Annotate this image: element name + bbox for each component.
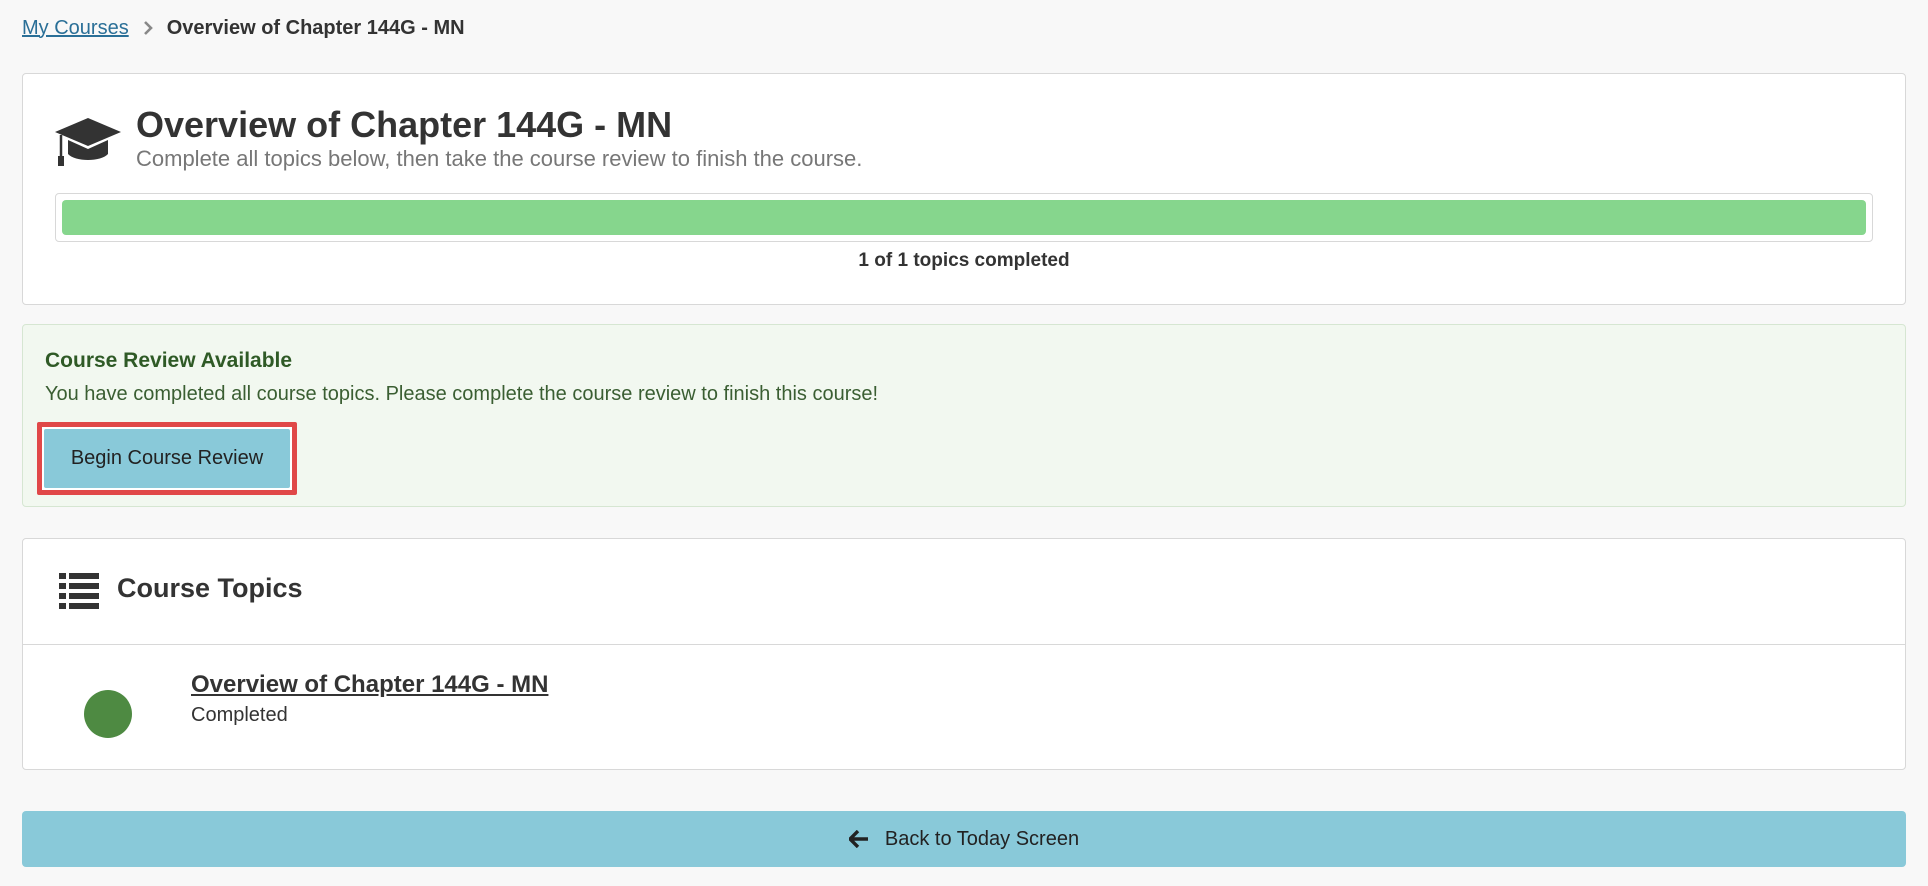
begin-course-review-button[interactable]: Begin Course Review xyxy=(37,422,297,495)
course-overview-card: Overview of Chapter 144G - MN Complete a… xyxy=(22,73,1906,305)
progress-bar xyxy=(55,193,1873,242)
arrow-left-icon xyxy=(848,830,868,848)
breadcrumb: My Courses Overview of Chapter 144G - MN xyxy=(22,14,465,42)
back-to-today-label: Back to Today Screen xyxy=(884,827,1080,850)
course-review-alert: Course Review Available You have complet… xyxy=(22,324,1906,507)
course-topics-title: Course Topics xyxy=(117,573,303,603)
begin-course-review-label: Begin Course Review xyxy=(44,429,290,488)
completed-status-icon xyxy=(84,690,132,738)
back-to-today-button[interactable]: Back to Today Screen xyxy=(22,811,1906,867)
graduation-cap-icon xyxy=(53,116,123,168)
review-title: Course Review Available xyxy=(45,349,293,372)
course-title: Overview of Chapter 144G - MN xyxy=(136,104,673,145)
breadcrumb-current: Overview of Chapter 144G - MN xyxy=(166,16,465,39)
course-subtitle: Complete all topics below, then take the… xyxy=(136,146,863,171)
list-icon xyxy=(59,573,99,609)
chevron-right-icon xyxy=(143,21,153,35)
progress-text: 1 of 1 topics completed xyxy=(858,250,1070,271)
list-item: Overview of Chapter 144G - MN Completed xyxy=(23,645,1905,770)
course-topics-header: Course Topics xyxy=(23,539,1905,645)
course-topics-card: Course Topics Overview of Chapter 144G -… xyxy=(22,538,1906,770)
review-message: You have completed all course topics. Pl… xyxy=(45,383,879,405)
progress-bar-fill xyxy=(62,200,1866,235)
topic-link[interactable]: Overview of Chapter 144G - MN xyxy=(191,671,548,699)
topic-status: Completed xyxy=(191,704,288,726)
breadcrumb-my-courses-link[interactable]: My Courses xyxy=(22,17,129,40)
